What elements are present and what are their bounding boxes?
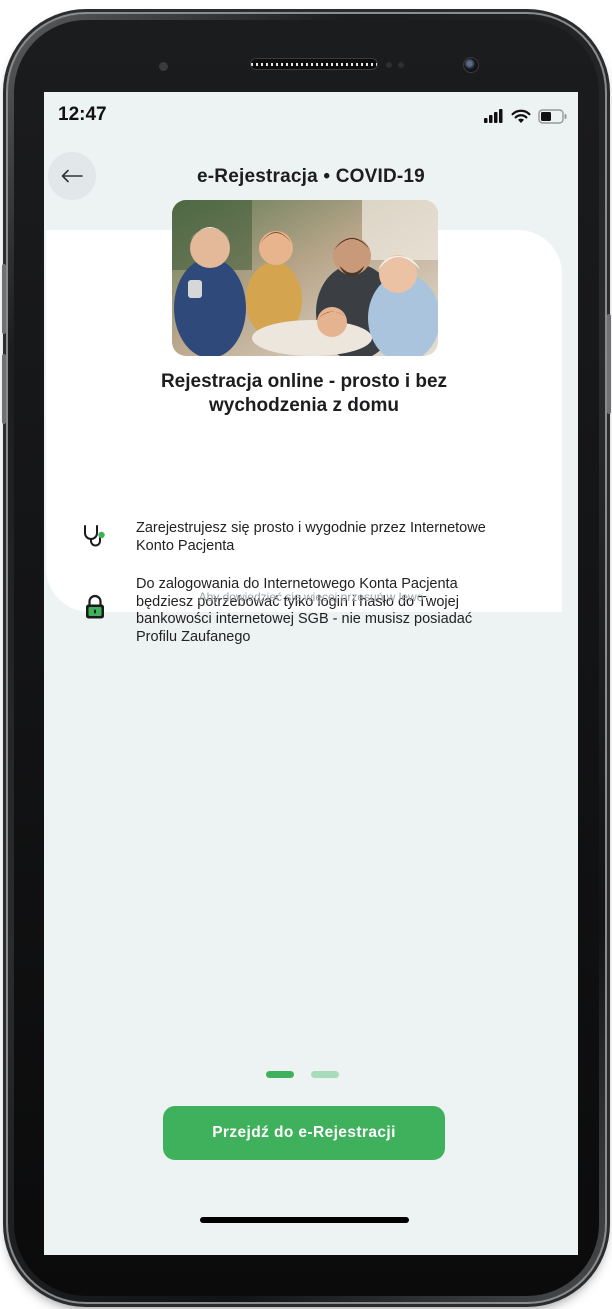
battery-icon	[538, 108, 567, 124]
status-icons	[484, 107, 568, 125]
sensor-dot	[159, 62, 168, 71]
go-to-registration-button[interactable]: Przejdź do e-Rejestracji	[163, 1106, 445, 1160]
card-title: Rejestracja online - prosto i bez wychod…	[160, 371, 448, 416]
sensor-dot	[386, 62, 392, 68]
feature-text: Do zalogowania do Internetowego Konta Pa…	[136, 576, 473, 645]
signal-icon	[484, 109, 503, 123]
pager-dot-active[interactable]	[266, 1071, 294, 1078]
app-screen: 12:47 e-Rejestracja • COVID-19 Zarejestr…	[44, 92, 578, 1255]
status-time: 12:47	[58, 104, 107, 125]
front-camera	[463, 57, 479, 73]
volume-button	[2, 264, 6, 334]
wifi-icon	[511, 109, 531, 123]
earpiece-speaker	[250, 58, 378, 70]
swipe-hint: Aby dowiedzieć się więcej przesuń w lewo	[198, 590, 424, 604]
pager-dots	[266, 1071, 339, 1078]
stethoscope-icon	[84, 525, 105, 547]
feature-item: Do zalogowania do Internetowego Konta Pa…	[74, 576, 544, 646]
sensor-dot	[398, 62, 404, 68]
page-title: e-Rejestracja • COVID-19	[197, 166, 425, 187]
feature-item: Zarejestrujesz się prosto i wygodnie prz…	[74, 520, 544, 555]
family-photo	[172, 200, 438, 356]
pager-dot[interactable]	[311, 1071, 339, 1078]
home-indicator[interactable]	[200, 1217, 409, 1223]
volume-button	[2, 354, 6, 424]
power-button	[607, 314, 611, 414]
feature-text: Zarejestrujesz się prosto i wygodnie prz…	[136, 520, 486, 554]
status-bar: 12:47	[44, 92, 578, 142]
